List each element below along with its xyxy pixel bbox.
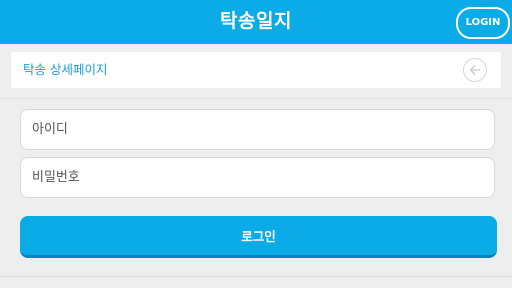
page-title: 탁송 상세페이지 xyxy=(23,62,108,77)
login-header-button[interactable]: LOGIN xyxy=(456,7,510,39)
section-divider xyxy=(0,98,512,99)
bottom-divider xyxy=(0,276,512,277)
back-button[interactable] xyxy=(463,58,487,82)
login-submit-button[interactable]: 로그인 xyxy=(20,216,497,258)
password-input[interactable] xyxy=(20,157,495,198)
page-subheader: 탁송 상세페이지 xyxy=(11,52,501,88)
top-app-bar: 탁송일지 LOGIN xyxy=(0,0,512,44)
app-title: 탁송일지 xyxy=(220,10,292,32)
app-screen: 탁송일지 LOGIN 탁송 상세페이지 로그인 xyxy=(0,0,512,288)
id-input[interactable] xyxy=(20,109,495,150)
arrow-left-circle-icon xyxy=(469,65,481,75)
